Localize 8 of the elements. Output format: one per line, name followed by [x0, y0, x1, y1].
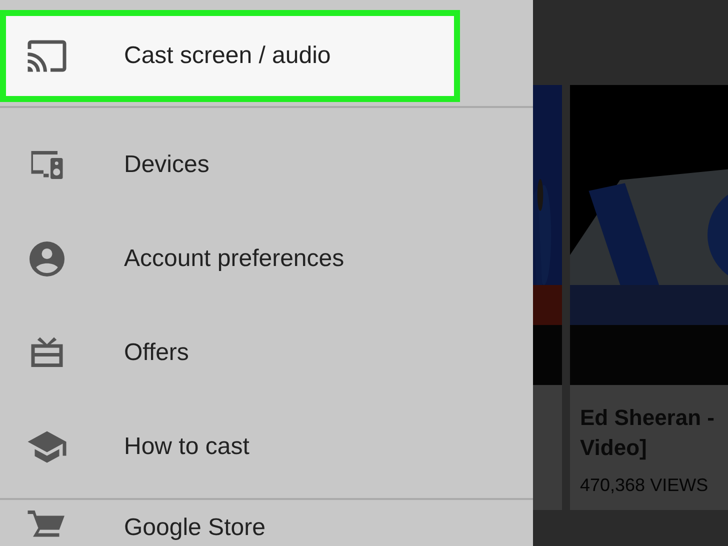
- menu-item[interactable]: Devices: [0, 118, 533, 212]
- menu-item[interactable]: Google Store: [0, 500, 533, 546]
- menu-item[interactable]: How to cast: [0, 400, 533, 494]
- menu-item[interactable]: Account preferences: [0, 212, 533, 306]
- menu-item[interactable]: Cast screen / audio: [0, 10, 460, 102]
- menu-item[interactable]: Offers: [0, 306, 533, 400]
- video-card[interactable]: [533, 85, 562, 510]
- view-count: 470,368 VIEWS: [579, 474, 710, 496]
